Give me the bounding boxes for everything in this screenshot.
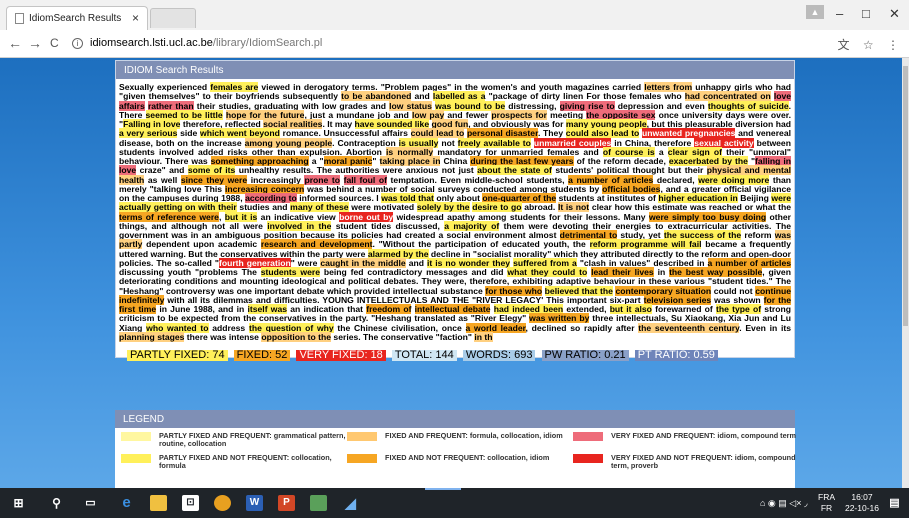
partly-fixed-count: PARTLY FIXED: 74 — [127, 349, 228, 362]
language-indicator[interactable]: FRA FR — [818, 492, 835, 514]
clock-date: 22-10-16 — [844, 503, 879, 513]
legend-item: PARTLY FIXED AND FREQUENT: grammatical p… — [121, 432, 347, 448]
notifications-icon[interactable]: ▤ — [886, 495, 903, 511]
tray-icons[interactable]: ⌂ ◉ ▤ ◁× ◞ — [760, 498, 807, 509]
legend-item: PARTLY FIXED AND NOT FREQUENT: collocati… — [121, 454, 347, 470]
image-viewer-icon[interactable] — [310, 495, 327, 511]
legend-title: LEGEND — [115, 410, 795, 428]
legend-swatch — [573, 454, 603, 463]
file-explorer-icon[interactable] — [150, 495, 167, 511]
browser-tab[interactable]: IdiomSearch Results × — [6, 6, 148, 30]
menu-icon[interactable]: ⋮ — [887, 38, 899, 52]
legend-swatch — [573, 432, 603, 441]
lang-bottom: FR — [820, 503, 833, 513]
chrome-icon[interactable] — [214, 495, 231, 511]
legend-label: FIXED AND NOT FREQUENT: collocation, idi… — [385, 453, 550, 462]
legend-item: FIXED AND NOT FREQUENT: collocation, idi… — [347, 454, 573, 470]
fixed-count: FIXED: 52 — [233, 349, 291, 362]
annotated-paragraph: Sexually experienced females are viewed … — [119, 82, 792, 342]
results-title: IDIOM Search Results — [116, 61, 794, 79]
windows-taskbar: ⊞ ⚲ ▭ e ⊡ W P ◢ ⌂ ◉ ▤ ◁× ◞ FRA FR 16:07 22… — [0, 488, 909, 518]
clock[interactable]: 16:07 22-10-16 — [845, 492, 879, 514]
url-host: idiomsearch.lsti.ucl.ac.be — [90, 37, 213, 49]
pt-ratio: PT RATIO: 0.59 — [634, 349, 718, 362]
legend-item: VERY FIXED AND NOT FREQUENT: idiom, comp… — [573, 454, 799, 470]
very-fixed-count: VERY FIXED: 18 — [296, 349, 386, 362]
tab-title: IdiomSearch Results — [29, 13, 122, 24]
legend-label: PARTLY FIXED AND NOT FREQUENT: collocati… — [159, 453, 332, 470]
results-text: Sexually experienced females are viewed … — [116, 79, 794, 362]
word-count: WORDS: 693 — [462, 349, 536, 362]
legend-label: VERY FIXED AND NOT FREQUENT: idiom, comp… — [611, 453, 796, 470]
active-app-indicator — [425, 488, 461, 490]
browser-tab-bar: IdiomSearch Results × ▲ – □ ✕ — [0, 0, 909, 30]
word-icon[interactable]: W — [246, 495, 263, 511]
legend-grid: PARTLY FIXED AND FREQUENT: grammatical p… — [115, 428, 796, 474]
legend-label: VERY FIXED AND FREQUENT: idiom, compound… — [611, 431, 797, 440]
bookmark-star-icon[interactable]: ☆ — [863, 38, 874, 52]
url-field[interactable]: idiomsearch.lsti.ucl.ac.be/library/Idiom… — [90, 37, 322, 49]
legend-label: FIXED AND FREQUENT: formula, collocation… — [385, 431, 563, 440]
lang-top: FRA — [818, 492, 835, 502]
close-tab-icon[interactable]: × — [132, 11, 139, 25]
task-view-icon[interactable]: ▭ — [82, 495, 99, 511]
legend-item: VERY FIXED AND FREQUENT: idiom, compound… — [573, 432, 799, 448]
back-arrow-icon[interactable]: ← — [8, 35, 22, 51]
total-count: TOTAL: 144 — [391, 349, 457, 362]
reload-icon[interactable]: C — [50, 36, 59, 50]
legend-swatch — [347, 454, 377, 463]
legend-item: FIXED AND FREQUENT: formula, collocation… — [347, 432, 573, 448]
powerpoint-icon[interactable]: P — [278, 495, 295, 511]
app-icon[interactable]: ◢ — [342, 495, 359, 511]
pw-ratio: PW RATIO: 0.21 — [541, 349, 629, 362]
edge-browser-icon[interactable]: e — [118, 495, 135, 511]
page-content: IDIOM Search Results Sexually experience… — [0, 58, 909, 488]
forward-arrow-icon[interactable]: → — [28, 35, 42, 51]
address-bar: ← → C i idiomsearch.lsti.ucl.ac.be/libra… — [0, 30, 909, 58]
search-icon[interactable]: ⚲ — [48, 495, 65, 511]
scrollbar-thumb[interactable] — [903, 66, 908, 326]
translate-icon[interactable]: 文 — [838, 38, 850, 52]
new-tab-button[interactable] — [150, 8, 196, 28]
legend-panel: LEGEND PARTLY FIXED AND FREQUENT: gramma… — [115, 410, 796, 488]
windows-start-icon[interactable]: ⊞ — [10, 495, 27, 511]
stats-bar: PARTLY FIXED: 74 FIXED: 52 VERY FIXED: 1… — [119, 349, 791, 362]
legend-swatch — [347, 432, 377, 441]
user-profile-icon[interactable]: ▲ — [806, 5, 824, 19]
maximize-button[interactable]: □ — [862, 6, 870, 21]
legend-label: PARTLY FIXED AND FREQUENT: grammatical p… — [159, 431, 346, 448]
clock-time: 16:07 — [851, 492, 873, 502]
legend-swatch — [121, 454, 151, 463]
minimize-button[interactable]: – — [836, 6, 843, 21]
close-window-button[interactable]: ✕ — [889, 6, 900, 22]
page-icon — [15, 13, 24, 24]
url-path: /library/IdiomSearch.pl — [212, 37, 323, 49]
results-panel: IDIOM Search Results Sexually experience… — [115, 60, 795, 362]
legend-swatch — [121, 432, 151, 441]
info-icon[interactable]: i — [72, 38, 83, 49]
store-icon[interactable]: ⊡ — [182, 495, 199, 511]
page-scrollbar[interactable] — [902, 58, 909, 488]
